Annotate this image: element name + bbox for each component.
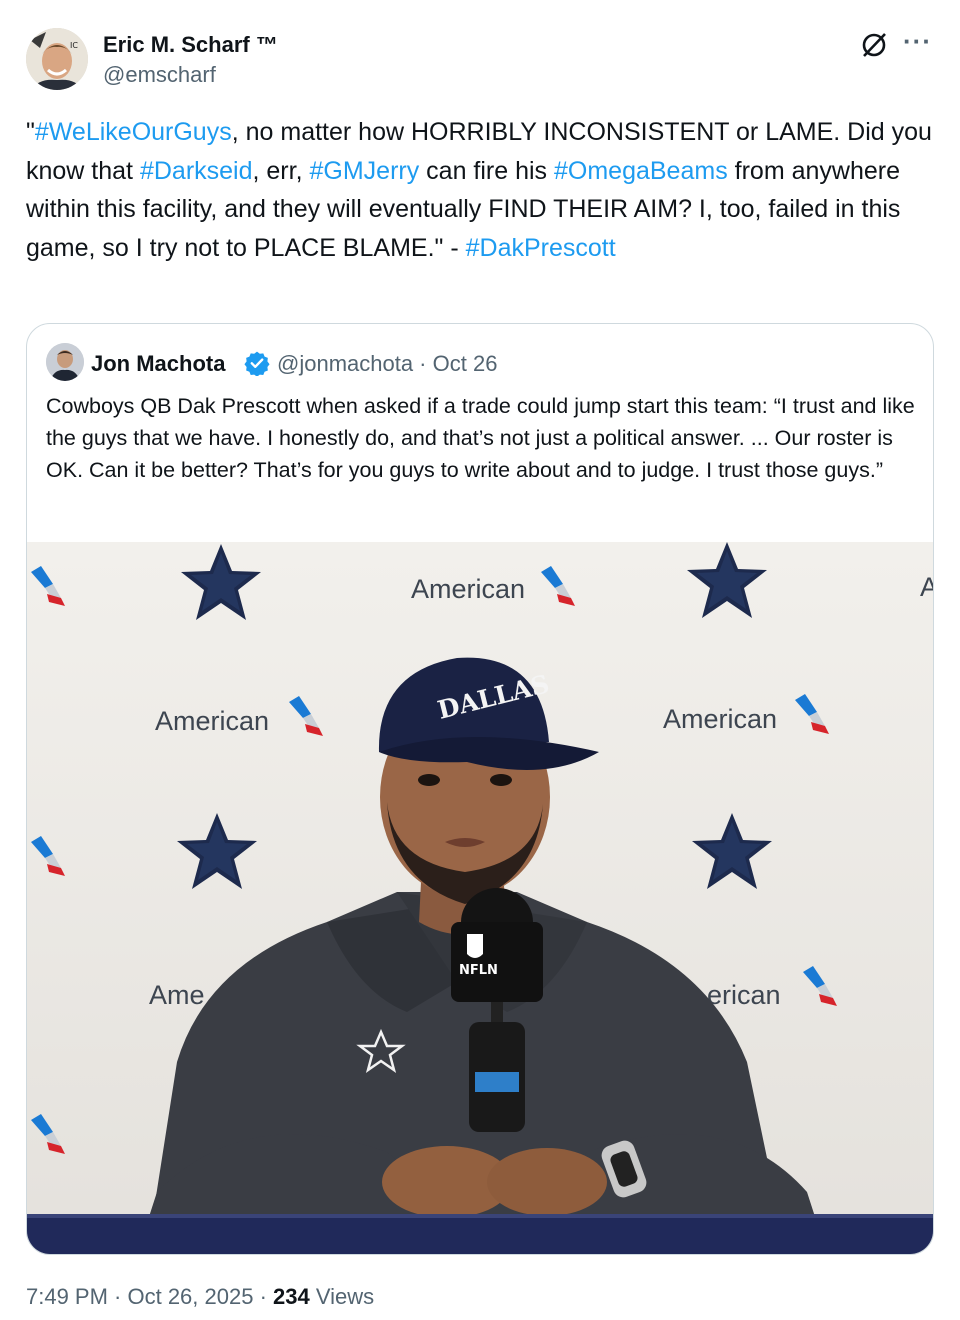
tweet-header: IC Eric M. Scharf ™ @emscharf ··· <box>26 26 934 90</box>
tweet-text: "#WeLikeOurGuys, no matter how HORRIBLY … <box>26 113 936 267</box>
quoted-author-avatar[interactable] <box>46 343 84 381</box>
views-label: Views <box>309 1284 375 1309</box>
verified-badge-icon <box>244 350 270 377</box>
quoted-tweet[interactable]: Jon Machota @jonmachota · Oct 26 Cowboys… <box>26 323 934 1255</box>
quoted-handle-date[interactable]: @jonmachota · Oct 26 <box>277 351 497 377</box>
hashtag-link[interactable]: #OmegaBeams <box>554 157 728 185</box>
backdrop-logo-text: American <box>411 574 525 604</box>
backdrop-logo-text: Ame <box>149 980 205 1010</box>
author-handle[interactable]: @emscharf <box>103 62 216 88</box>
backdrop-logo-text: American <box>155 706 269 736</box>
hashtag-link[interactable]: #WeLikeOurGuys <box>35 118 232 146</box>
backdrop-logo-text: American <box>663 704 777 734</box>
backdrop-logo-text: erican <box>707 980 781 1010</box>
tweet-text-segment: " <box>26 118 35 146</box>
timestamp[interactable]: 7:49 PM · Oct 26, 2025 · <box>26 1284 273 1309</box>
author-name[interactable]: Eric M. Scharf ™ <box>103 32 278 58</box>
hashtag-link[interactable]: #Darkseid <box>140 157 253 185</box>
more-options-icon[interactable]: ··· <box>903 26 932 57</box>
backdrop-logo-text: A <box>920 572 933 602</box>
grok-icon[interactable] <box>860 31 888 59</box>
quoted-tweet-text: Cowboys QB Dak Prescott when asked if a … <box>46 394 915 483</box>
author-avatar[interactable]: IC <box>26 28 88 90</box>
hashtag-link[interactable]: #DakPrescott <box>466 234 616 262</box>
tweet-footer: 7:49 PM · Oct 26, 2025 · 234 Views <box>26 1284 374 1310</box>
mic-flag-text: NFLN <box>459 963 498 978</box>
tweet-text-segment: , err, <box>252 156 310 185</box>
tweet-text-segment: can fire his <box>419 156 554 185</box>
svg-text:IC: IC <box>70 41 78 50</box>
press-conference-photo[interactable]: American American American Ame erican A <box>27 542 933 1254</box>
hashtag-link[interactable]: #GMJerry <box>309 157 419 185</box>
views-count: 234 <box>273 1284 310 1309</box>
quoted-author-name[interactable]: Jon Machota <box>91 351 225 377</box>
